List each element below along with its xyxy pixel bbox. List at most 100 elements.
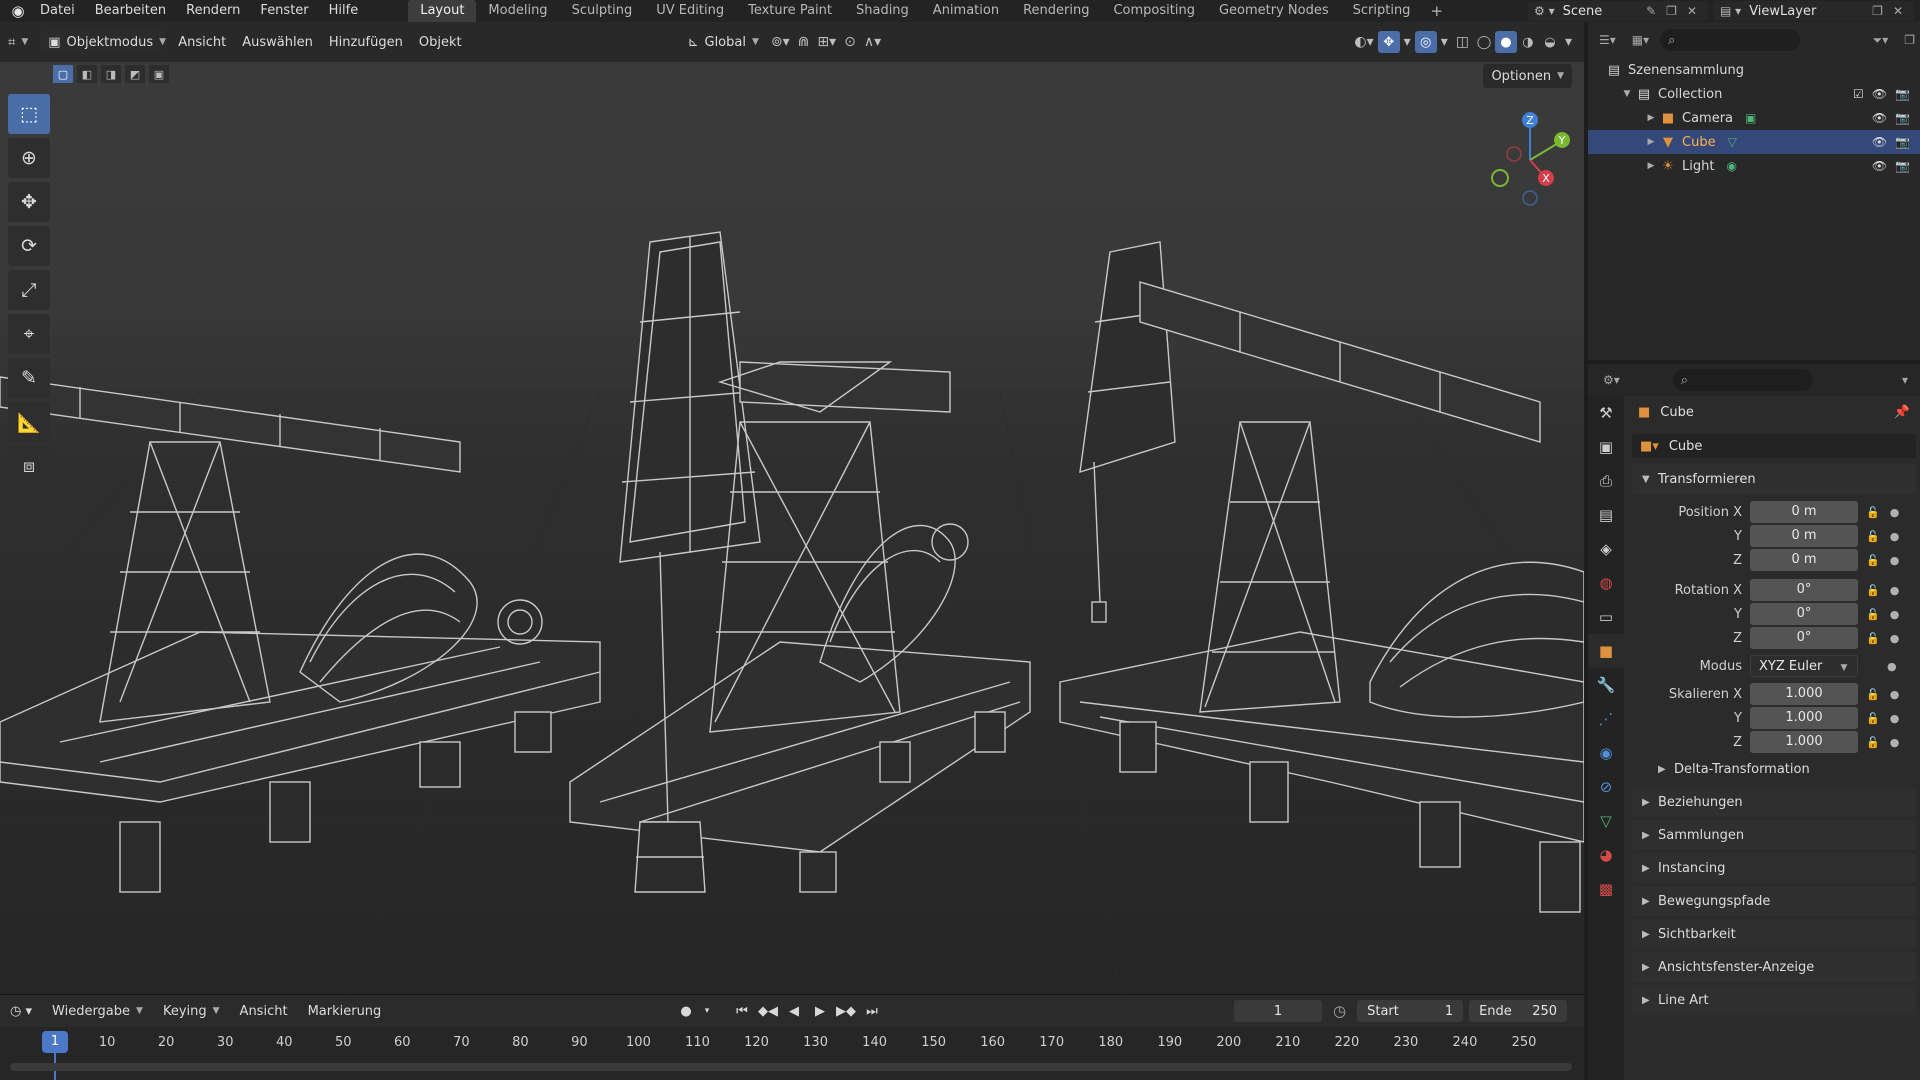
render-tab-icon[interactable]: ▣ [1588,430,1624,464]
mode-dropdown[interactable]: ▣ Objektmodus ▼ [40,30,167,54]
object-name-field[interactable]: ■▾ Cube [1632,434,1916,458]
outliner-row-camera[interactable]: ▶ ■ Camera ▣ 👁 📷 [1588,106,1920,130]
play-icon[interactable]: ▶ [810,1004,830,1019]
keyframe-dot-icon[interactable]: ● [1890,736,1900,749]
3d-viewport[interactable]: ⌗ ▼ ▣ Objektmodus ▼ Ansicht Auswählen Hin… [0,22,1584,994]
particles-tab-icon[interactable]: ⋰ [1588,702,1624,736]
light-data-icon[interactable]: ◉ [1726,159,1736,173]
keyframe-dot-icon[interactable]: ● [1890,632,1900,645]
lock-icon[interactable]: 🔓 [1866,688,1880,701]
select-subtract-icon[interactable]: ◨ [100,64,122,84]
menu-bearbeiten[interactable]: Bearbeiten [85,0,176,22]
outliner-row-collection[interactable]: ▼ ▤ Collection ☑ 👁 📷 [1588,82,1920,106]
menu-markierung[interactable]: Markierung [298,1004,392,1019]
chevron-down-icon[interactable]: ▾ [1400,34,1415,50]
menu-keying[interactable]: Keying ▼ [153,1004,230,1019]
outliner-editor-type-icon[interactable]: ☰▾ [1599,33,1616,47]
new-collection-icon[interactable]: ❐ [1904,33,1915,47]
expand-icon[interactable]: ▶ [1644,137,1658,147]
eye-icon[interactable]: 👁 [1872,135,1887,149]
add-cube-tool-icon[interactable]: ⧈ [8,446,50,486]
cursor-tool-icon[interactable]: ⊕ [8,138,50,178]
rotation-y-field[interactable]: 0° [1750,603,1858,625]
view-layer-tab-icon[interactable]: ▤ [1588,498,1624,532]
pivot-icon[interactable]: ⊚▾ [767,34,794,50]
select-new-icon[interactable]: ▢ [52,64,74,84]
panel-sammlungen[interactable]: ▶ Sammlungen [1632,820,1916,850]
menu-fenster[interactable]: Fenster [250,0,318,22]
timeline-scrollbar[interactable] [10,1063,1572,1071]
frame-ruler[interactable]: 1 10 20 30 40 50 60 70 80 90 100 110 120 130 140 150 160… [0,1029,1584,1080]
scale-x-field[interactable]: 1.000 [1750,683,1858,705]
timeline-editor-type-icon[interactable]: ◷ ▾ [0,1004,42,1019]
tab-geometry-nodes[interactable]: Geometry Nodes [1207,0,1341,22]
annotate-tool-icon[interactable]: ✎ [8,358,50,398]
orientation-dropdown[interactable]: ⊾ Global ▼ [680,30,767,54]
keyframe-dot-icon[interactable]: ● [1887,660,1897,673]
scene-selector[interactable]: ⚙ ▾ Scene ✎ ❐ ✕ [1528,1,1708,21]
properties-search-input[interactable]: ⌕ [1672,369,1813,391]
menu-datei[interactable]: Datei [30,0,85,22]
visibility-icon[interactable]: ◐▾ [1350,34,1377,50]
clock-icon[interactable]: ◷ [1333,1002,1346,1020]
menu-objekt[interactable]: Objekt [411,30,470,54]
select-box-tool-icon[interactable]: ⬚ [8,94,50,134]
position-y-field[interactable]: 0 m [1750,525,1858,547]
rendered-shading-icon[interactable]: ◒ [1539,31,1561,53]
collection-tab-icon[interactable]: ▭ [1588,600,1624,634]
delete-scene-icon[interactable]: ✕ [1687,4,1697,18]
outliner-search-input[interactable]: ⌕ [1660,29,1801,51]
overlay-toggle-icon[interactable]: ◎ [1414,31,1437,53]
mesh-data-icon[interactable]: ▽ [1728,135,1737,149]
material-shading-icon[interactable]: ◑ [1517,31,1539,53]
tab-layout[interactable]: Layout [408,0,477,22]
record-icon[interactable]: ● [676,1004,696,1019]
output-tab-icon[interactable]: ⎙ [1588,464,1624,498]
lock-icon[interactable]: 🔓 [1866,736,1880,749]
jump-end-icon[interactable]: ⏭ [862,1004,882,1019]
panel-delta-transformation[interactable]: ▶ Delta-Transformation [1628,754,1920,784]
material-tab-icon[interactable]: ◕ [1588,838,1624,872]
menu-timeline-ansicht[interactable]: Ansicht [230,1004,298,1019]
tab-compositing[interactable]: Compositing [1101,0,1207,22]
current-frame-field[interactable]: 1 [1234,1000,1322,1022]
blender-logo-icon[interactable]: ◉ [6,0,30,22]
move-tool-icon[interactable]: ✥ [8,182,50,222]
chevron-down-icon[interactable]: ▾ [1561,34,1576,50]
end-frame-field[interactable]: Ende 250 [1469,1000,1568,1022]
prev-keyframe-icon[interactable]: ◆◀ [758,1004,778,1019]
outliner-row-cube[interactable]: ▶ ▼ Cube ▽ 👁 📷 [1588,130,1920,154]
lock-icon[interactable]: 🔓 [1866,554,1880,567]
add-workspace-icon[interactable]: + [1422,0,1451,22]
eye-icon[interactable]: 👁 [1872,111,1887,125]
modifier-tab-icon[interactable]: 🔧 [1588,668,1624,702]
snap-target-icon[interactable]: ⊞▾ [813,34,840,50]
properties-editor-type-icon[interactable]: ⚙▾ [1603,373,1620,387]
lock-icon[interactable]: 🔓 [1866,608,1880,621]
tab-shading[interactable]: Shading [844,0,921,22]
proportional-edit-icon[interactable]: ⊙ [840,34,860,50]
tab-rendering[interactable]: Rendering [1011,0,1101,22]
eye-icon[interactable]: 👁 [1872,87,1887,101]
lock-icon[interactable]: 🔓 [1866,712,1880,725]
gizmo-toggle-icon[interactable]: ✥ [1377,31,1400,53]
panel-beziehungen[interactable]: ▶ Beziehungen [1632,787,1916,817]
constraints-tab-icon[interactable]: ⊘ [1588,770,1624,804]
pin-icon[interactable]: 📌 [1894,405,1910,420]
rotation-x-field[interactable]: 0° [1750,579,1858,601]
menu-auswaehlen[interactable]: Auswählen [234,30,321,54]
camera-render-icon[interactable]: 📷 [1895,87,1910,101]
outliner-row-light[interactable]: ▶ ☀ Light ◉ 👁 📷 [1588,154,1920,178]
lock-icon[interactable]: 🔓 [1866,584,1880,597]
keyframe-dot-icon[interactable]: ● [1890,584,1900,597]
panel-line-art[interactable]: ▶ Line Art [1632,985,1916,1015]
keyframe-dot-icon[interactable]: ● [1890,608,1900,621]
tab-scripting[interactable]: Scripting [1341,0,1423,22]
panel-instancing[interactable]: ▶ Instancing [1632,853,1916,883]
lock-icon[interactable]: 🔓 [1866,632,1880,645]
transform-tool-icon[interactable]: ⌖ [8,314,50,354]
chevron-down-icon[interactable]: ▾ [1902,373,1908,387]
editor-type-button[interactable]: ⌗ ▼ [0,30,36,54]
data-tab-icon[interactable]: ▽ [1588,804,1624,838]
expand-icon[interactable]: ▶ [1644,161,1658,171]
